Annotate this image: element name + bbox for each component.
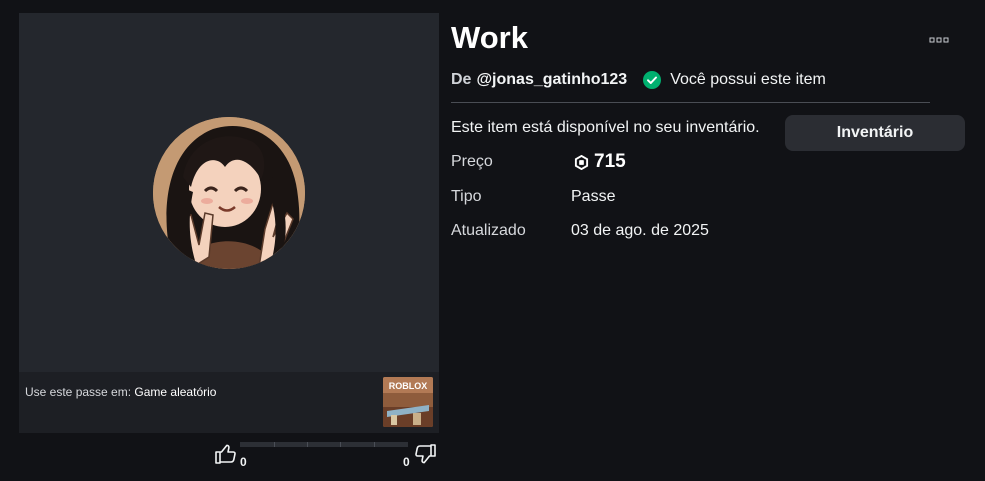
price-value: 715 (594, 151, 626, 172)
game-link-name[interactable]: Game aleatório (134, 385, 216, 399)
updated-label: Atualizado (451, 222, 526, 239)
upvote-count: 0 (240, 455, 247, 469)
type-label: Tipo (451, 188, 482, 205)
game-thumb-logo: ROBLOX (389, 381, 428, 391)
game-thumbnail[interactable]: ROBLOX (383, 377, 433, 427)
game-link-prefix: Use este passe em: (25, 385, 132, 399)
item-title: Work (451, 20, 528, 55)
type-value: Passe (571, 188, 616, 205)
price-label: Preço (451, 153, 493, 170)
owned-status: Você possui este item (670, 71, 826, 88)
thumbs-down-icon[interactable] (413, 442, 437, 466)
creator-row: De @jonas_gatinho123 Você possui este it… (451, 70, 826, 90)
vote-ratio-bar (240, 442, 408, 447)
ellipsis-icon[interactable] (929, 36, 949, 44)
creator-prefix: De (451, 71, 472, 88)
item-thumbnail-panel: Use este passe em: Game aleatório ROBLOX (19, 13, 439, 433)
item-details-page: Use este passe em: Game aleatório ROBLOX (0, 0, 985, 481)
item-thumbnail-avatar (153, 117, 305, 269)
game-link-text: Use este passe em: Game aleatório (25, 385, 216, 399)
price-value-group: 715 (574, 151, 626, 173)
game-link-bar: Use este passe em: Game aleatório ROBLOX (19, 372, 439, 433)
updated-value: 03 de ago. de 2025 (571, 222, 709, 239)
details-divider (451, 102, 930, 103)
downvote-count: 0 (403, 455, 410, 469)
inventory-button[interactable]: Inventário (785, 115, 965, 151)
thumbs-up-icon[interactable] (214, 442, 238, 466)
vote-bar: 0 0 (19, 440, 439, 476)
checkmark-circle-icon (643, 71, 662, 89)
robux-icon (574, 154, 589, 170)
creator-link[interactable]: @jonas_gatinho123 (476, 71, 627, 89)
availability-text: Este item está disponível no seu inventá… (451, 119, 760, 136)
